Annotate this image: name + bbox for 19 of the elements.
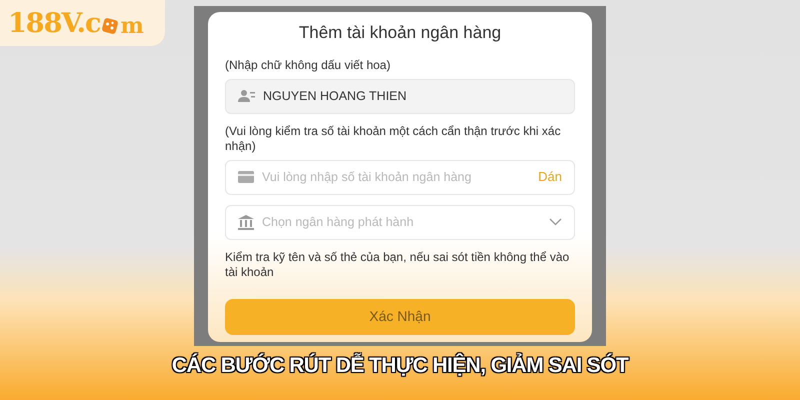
placeholder-text: Chọn ngân hàng phát hành <box>262 214 415 231</box>
card-icon <box>238 171 254 183</box>
name-field[interactable]: NGUYEN HOANG THIEN <box>225 78 575 114</box>
logo-text: m <box>120 14 143 36</box>
form-title: Thêm tài khoản ngân hàng <box>298 22 502 44</box>
logo-text: 188V.c <box>8 10 100 36</box>
paste-button[interactable]: Dán <box>538 167 562 187</box>
user-card-icon <box>238 89 255 103</box>
confirm-button[interactable]: Xác Nhận <box>225 298 575 335</box>
bank-select[interactable]: Chọn ngân hàng phát hành <box>225 204 575 240</box>
chevron-down-icon <box>549 218 562 226</box>
field-value: NGUYEN HOANG THIEN <box>263 88 408 105</box>
field-label: (Vui lòng kiểm tra số tài khoản một cách cẩn thận trước khi xác nhận) <box>225 124 562 154</box>
caption: CÁC BƯỚC RÚT DỄ THỰC HIỆN, GIẢM SAI SÓT <box>172 352 628 379</box>
bank-icon <box>238 214 254 230</box>
account-field[interactable]: Vui lòng nhập số tài khoản ngân hàng Dán <box>225 160 575 194</box>
dice-icon <box>101 17 120 35</box>
field-label: (Nhập chữ không dấu viết hoa) <box>225 58 392 72</box>
warning-text: Kiểm tra kỹ tên và số thẻ của bạn, nếu sai sót tiền không thể vào tài khoản <box>225 250 570 281</box>
